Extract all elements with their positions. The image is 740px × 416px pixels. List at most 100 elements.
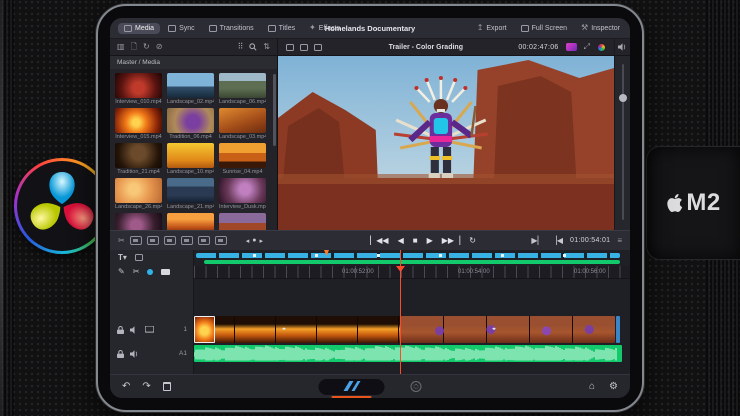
panel-toggle-icon[interactable]: ▥: [117, 43, 125, 51]
inspector-button[interactable]: ⚒ Inspector: [579, 22, 622, 34]
color-page-button[interactable]: [410, 381, 422, 392]
edge-highlight: [0, 0, 3, 416]
tab-media[interactable]: Media: [118, 22, 161, 34]
media-pool-toolbar: ▥ 🗋 ↻ ⊘ ⠿ ⇅: [110, 39, 278, 55]
new-bin-icon[interactable]: 🗋: [131, 43, 137, 51]
tab-sync[interactable]: Sync: [162, 23, 201, 34]
home-button[interactable]: ⌂: [589, 381, 595, 392]
media-item[interactable]: Landscape_12.mp4: [167, 213, 214, 230]
close-up-icon[interactable]: [180, 236, 193, 245]
cut-page-button[interactable]: [318, 378, 385, 398]
stop-icon[interactable]: ■: [413, 236, 418, 245]
lock-icon[interactable]: [117, 325, 124, 334]
media-item[interactable]: Landscape_10.mp4: [167, 143, 214, 175]
main-region: Master / Media Interview_010.mp4 Landsca…: [110, 56, 630, 230]
media-item[interactable]: Tradition_07.mp4: [115, 213, 162, 230]
viewmode-icon-1[interactable]: [286, 43, 294, 51]
lock-icon[interactable]: [117, 349, 124, 358]
snap-toggle-icon[interactable]: [147, 268, 154, 275]
relink-icon[interactable]: ↻: [143, 43, 150, 51]
settings-button[interactable]: ⚙: [609, 381, 618, 392]
timeline-clip-dancer[interactable]: [401, 316, 615, 343]
breadcrumb[interactable]: Master / Media: [110, 56, 277, 69]
source-overwrite-icon[interactable]: [214, 236, 227, 245]
play-reverse-icon[interactable]: ◀: [398, 236, 404, 245]
clip-tool-icon[interactable]: [134, 254, 143, 261]
next-edit-icon[interactable]: ▶▏: [531, 236, 543, 245]
viewer[interactable]: [278, 56, 614, 230]
prev-edit-icon[interactable]: ▕◀: [551, 236, 563, 245]
pool-scrollbar[interactable]: [273, 74, 276, 146]
place-on-top-icon[interactable]: [197, 236, 210, 245]
media-item[interactable]: Interview_015.mp4: [115, 108, 162, 140]
speaker-icon[interactable]: [618, 43, 627, 51]
timeline-ruler[interactable]: 01:00:52:00 01:00:54:00 01:00:56:00: [194, 266, 630, 279]
draw-tool-icon[interactable]: ✎: [118, 267, 125, 276]
media-item[interactable]: Sunrise_06.mp4: [219, 213, 266, 230]
ripple-overwrite-icon[interactable]: [163, 236, 176, 245]
media-item[interactable]: Landscape_03.mp4: [219, 108, 266, 140]
viewmode-icon-3[interactable]: [314, 43, 322, 51]
transition-marker-icon[interactable]: ◂▸: [282, 326, 286, 332]
razor-tool-icon[interactable]: ✂: [118, 236, 125, 245]
play-icon[interactable]: ▶: [427, 236, 433, 245]
undo-button[interactable]: ↶: [122, 381, 130, 392]
mute-icon[interactable]: [130, 325, 139, 334]
smart-insert-icon[interactable]: [129, 236, 142, 245]
clip-name: Landscape_10.mp4: [167, 169, 214, 175]
timeline[interactable]: 01:00:52:00 01:00:54:00 01:00:56:00 T▾ ✎…: [110, 250, 630, 374]
clip-name: Tradition_21.mp4: [117, 169, 160, 175]
split-tool-icon[interactable]: ✂: [133, 267, 140, 276]
media-item[interactable]: Interview_Dusk.mp4: [219, 178, 266, 210]
timeline-title: Trailer - Color Grading: [388, 43, 463, 51]
redo-button[interactable]: ↷: [142, 381, 150, 392]
tab-transitions[interactable]: Transitions: [203, 23, 260, 34]
timeline-overview-video[interactable]: [196, 253, 620, 258]
media-item[interactable]: Tradition_21.mp4: [115, 143, 162, 175]
jog-control[interactable]: ◂ ● ▸: [246, 237, 263, 245]
jog-right-icon: ▸: [259, 237, 263, 245]
clip-color-icon[interactable]: [565, 43, 577, 51]
media-item[interactable]: Tradition_06.mp4: [167, 108, 214, 140]
media-item[interactable]: Landscape_02.mp4: [167, 73, 214, 105]
viewmode-icon-2[interactable]: [300, 43, 308, 51]
clip-name: Landscape_21.mp4: [167, 204, 214, 210]
project-title: Homelands Documentary: [324, 23, 416, 33]
media-item[interactable]: Interview_010.mp4: [115, 73, 162, 105]
media-item[interactable]: Landscape_26.mp4: [115, 178, 162, 210]
viewer-header: Trailer - Color Grading 00:02:47:06 ⤢: [278, 39, 614, 55]
transform-icon[interactable]: ⤢: [584, 43, 590, 51]
media-item[interactable]: Landscape_21.mp4: [167, 178, 214, 210]
append-icon[interactable]: [146, 236, 159, 245]
loop-icon[interactable]: ↻: [469, 236, 476, 245]
grid-view-icon[interactable]: ⠿: [237, 43, 243, 51]
delete-button[interactable]: [162, 382, 171, 391]
skip-end-icon[interactable]: ▶▶▕: [442, 236, 460, 245]
clip-thumbnail: [115, 143, 162, 168]
timeline-clip-sunset[interactable]: [194, 316, 400, 343]
color-wheel-icon[interactable]: [597, 42, 606, 52]
selected-frame[interactable]: [194, 316, 215, 343]
secondary-toolbar: ▥ 🗋 ↻ ⊘ ⠿ ⇅ Trailer - Color Grading 00:0…: [110, 38, 630, 56]
fullscreen-button[interactable]: Full Screen: [519, 23, 569, 34]
volume-slider[interactable]: [614, 56, 630, 230]
media-item[interactable]: Landscape_06.mp4: [219, 73, 266, 105]
monitor-icon[interactable]: [145, 326, 154, 333]
link-icon[interactable]: ⊘: [156, 43, 163, 51]
video-track[interactable]: ◂▸ ◂▸: [194, 316, 622, 343]
mute-icon[interactable]: [130, 349, 139, 358]
transition-marker-icon[interactable]: ◂▸: [492, 326, 496, 332]
title-tool-icon[interactable]: T▾: [118, 253, 127, 262]
sort-icon[interactable]: ⇅: [263, 43, 270, 51]
skip-start-icon[interactable]: ▏◀◀: [370, 236, 388, 245]
export-button[interactable]: ↥ Export: [475, 22, 509, 34]
audio-track[interactable]: [194, 345, 622, 362]
top-toolbar: Media Sync Transitions Titles ✦ Effects: [110, 18, 630, 38]
flag-marker-icon[interactable]: [161, 268, 171, 275]
volume-handle[interactable]: [619, 94, 627, 102]
timeline-menu-icon[interactable]: ≡: [617, 236, 622, 245]
search-icon[interactable]: [249, 43, 257, 51]
timeline-clip-next[interactable]: [616, 316, 620, 343]
tab-titles[interactable]: Titles: [262, 23, 301, 34]
media-item[interactable]: Sunrise_04.mp4: [219, 143, 266, 175]
